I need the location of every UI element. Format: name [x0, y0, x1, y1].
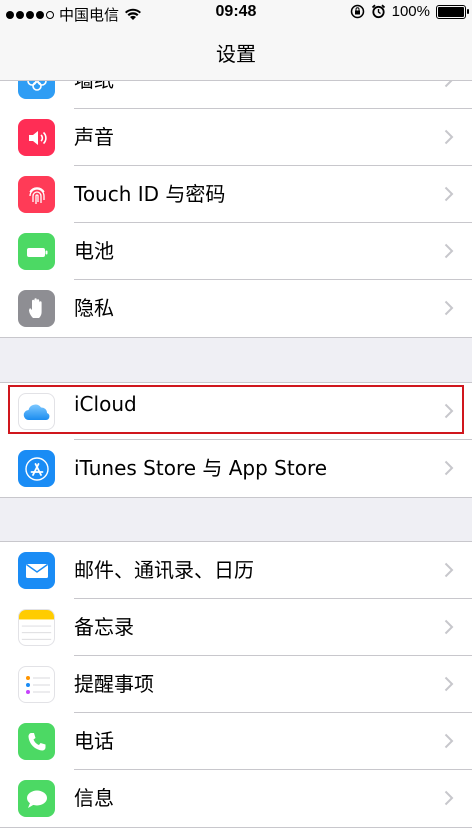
- row-label: iTunes Store 与 App Store: [74, 456, 328, 480]
- app-store-icon: [18, 450, 55, 487]
- row-label: 电池: [74, 239, 114, 263]
- row-label: 声音: [74, 125, 114, 149]
- alarm-icon: [371, 4, 385, 19]
- page-title: 设置: [216, 42, 256, 66]
- highlight-box: [8, 385, 464, 434]
- chevron-right-icon: [444, 676, 454, 692]
- row-label: 电话: [74, 729, 114, 753]
- row-label: 提醒事项: [74, 672, 154, 696]
- row-reminders[interactable]: 提醒事项: [0, 656, 472, 713]
- chevron-right-icon: [444, 619, 454, 635]
- row-label: Touch ID 与密码: [74, 182, 226, 206]
- speaker-icon: [18, 119, 55, 156]
- notes-icon: [18, 609, 55, 646]
- phone-icon: [18, 723, 55, 760]
- row-messages[interactable]: 信息: [0, 770, 472, 827]
- chevron-right-icon: [444, 129, 454, 145]
- row-battery[interactable]: 电池: [0, 223, 472, 280]
- rotation-lock-icon: [350, 4, 364, 19]
- chevron-right-icon: [444, 243, 454, 259]
- settings-group-3: 邮件、通讯录、日历 备忘录 提醒事项 电话 信息: [0, 541, 472, 828]
- chevron-right-icon: [444, 733, 454, 749]
- chevron-right-icon: [444, 460, 454, 476]
- chevron-right-icon: [444, 562, 454, 578]
- chevron-right-icon: [444, 300, 454, 316]
- row-phone[interactable]: 电话: [0, 713, 472, 770]
- status-bar: 中国电信 09:48 100%: [0, 0, 472, 26]
- top-bar: 中国电信 09:48 100% 设置: [0, 0, 472, 81]
- hand-icon: [18, 290, 55, 327]
- battery-icon: [18, 233, 55, 270]
- row-touch-id[interactable]: Touch ID 与密码: [0, 166, 472, 223]
- row-label: 信息: [74, 786, 114, 810]
- mail-icon: [18, 552, 55, 589]
- settings-group-1: 墙纸 声音 Touch ID 与密码 电池: [0, 51, 472, 338]
- reminders-icon: [18, 666, 55, 703]
- row-mail-contacts-calendars[interactable]: 邮件、通讯录、日历: [0, 542, 472, 599]
- row-sounds[interactable]: 声音: [0, 109, 472, 166]
- battery-percent: 100%: [391, 3, 430, 20]
- row-label: 备忘录: [74, 615, 134, 639]
- chevron-right-icon: [444, 186, 454, 202]
- row-label: 邮件、通讯录、日历: [74, 558, 254, 582]
- row-label: 隐私: [74, 296, 114, 320]
- row-privacy[interactable]: 隐私: [0, 280, 472, 337]
- messages-icon: [18, 780, 55, 817]
- row-itunes-app-store[interactable]: iTunes Store 与 App Store: [0, 440, 472, 497]
- fingerprint-icon: [18, 176, 55, 213]
- battery-status-icon: [436, 4, 469, 19]
- chevron-right-icon: [444, 790, 454, 806]
- row-notes[interactable]: 备忘录: [0, 599, 472, 656]
